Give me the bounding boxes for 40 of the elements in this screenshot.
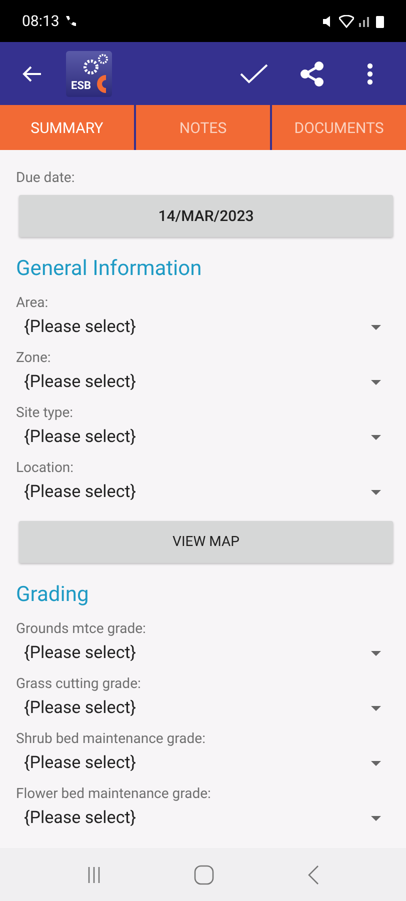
field-label: Flower bed maintenance grade: xyxy=(16,786,211,802)
check-icon xyxy=(240,64,268,84)
field-label: Shrub bed maintenance grade: xyxy=(16,731,206,747)
dropdown[interactable]: {Please select} xyxy=(16,314,393,340)
field-label: Due date: xyxy=(16,170,75,186)
dropdown[interactable]: {Please select} xyxy=(16,369,393,395)
field-label: Grounds mtce grade: xyxy=(16,621,146,637)
home-icon[interactable] xyxy=(194,864,214,884)
dropdown-arrow-icon xyxy=(371,760,381,766)
signal-icon xyxy=(358,15,372,27)
field-label: Site type: xyxy=(16,405,74,421)
dropdown[interactable]: {Please select} xyxy=(16,640,393,666)
dropdown-arrow-icon xyxy=(371,706,381,710)
share-icon xyxy=(300,60,324,86)
dropdown-arrow-icon xyxy=(371,816,381,820)
more-icon xyxy=(367,62,373,84)
battery-icon xyxy=(376,14,384,28)
call-icon xyxy=(64,14,78,28)
date-button[interactable]: 14/MAR/2023 xyxy=(19,195,393,237)
dropdown[interactable]: {Please select} xyxy=(16,479,393,505)
field-label: Area: xyxy=(16,295,48,311)
view-map-button[interactable]: VIEW MAP xyxy=(19,521,393,563)
dropdown-arrow-icon xyxy=(371,650,381,656)
dropdown-arrow-icon xyxy=(371,490,381,494)
dropdown[interactable]: {Please select} xyxy=(16,424,393,450)
field-label: Zone: xyxy=(16,350,51,366)
dropdown[interactable]: {Please select} xyxy=(16,805,393,831)
dropdown-arrow-icon xyxy=(371,434,381,440)
dropdown[interactable]: {Please select} xyxy=(16,695,393,721)
field-label: Location: xyxy=(16,460,74,476)
section-heading: General Information xyxy=(16,257,202,281)
dropdown-arrow-icon xyxy=(371,324,381,330)
logo-text: ESB xyxy=(70,78,91,94)
section-heading: Grading xyxy=(16,583,89,607)
recents-icon[interactable] xyxy=(86,866,101,884)
dropdown-arrow-icon xyxy=(371,380,381,384)
dropdown[interactable]: {Please select} xyxy=(16,750,393,776)
status-time: 08:13 xyxy=(22,12,60,30)
field-label: Grass cutting grade: xyxy=(16,676,141,692)
wifi-icon xyxy=(339,14,354,28)
